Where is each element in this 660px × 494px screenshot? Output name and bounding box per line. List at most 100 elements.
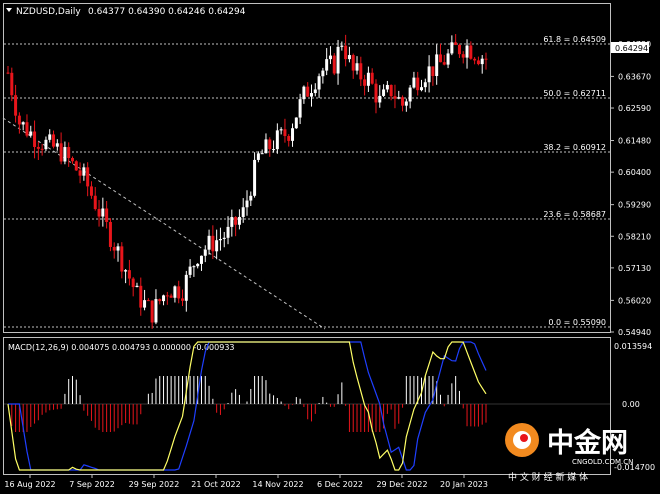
candle-body: [158, 299, 162, 302]
price-tick-label: 0.60400: [618, 168, 651, 177]
candle-body: [17, 115, 21, 125]
candle-body: [139, 285, 143, 308]
candle-body: [52, 134, 56, 147]
candle-body: [480, 58, 484, 65]
price-tick-label: 0.59290: [618, 201, 651, 210]
candle-body: [131, 278, 135, 288]
price-tick-label: 0.61480: [618, 137, 651, 146]
candle-body: [245, 200, 249, 208]
candle-body: [86, 167, 90, 187]
candle-body: [374, 83, 378, 103]
date-axis: 16 Aug 2022 7 Sep 2022 29 Sep 2022 21 Oct 2…: [4, 474, 488, 489]
dropdown-triangle-icon[interactable]: [6, 8, 12, 12]
candle-body: [294, 117, 298, 129]
candle-body: [55, 143, 59, 147]
macd-main-line: [7, 341, 487, 471]
fibonacci-levels: 61.8 = 0.64509 50.0 = 0.62711 38.2 = 0.609…: [4, 35, 610, 328]
candle-body: [450, 42, 454, 54]
macd-tick-top: 0.013594: [614, 342, 652, 351]
candle-body: [435, 54, 439, 77]
candle-body: [389, 84, 393, 97]
current-price-label: 0.64294: [615, 44, 648, 53]
candle-body: [401, 97, 405, 106]
candle-body: [256, 153, 260, 160]
candle-body: [469, 45, 473, 59]
candle-body: [177, 286, 181, 299]
candle-body: [461, 54, 465, 58]
candle-body: [181, 298, 185, 301]
candle-body: [382, 89, 386, 96]
candle-body: [124, 270, 128, 272]
candle-body: [264, 139, 268, 154]
fib-level-label: 0.0 = 0.55090: [548, 318, 606, 327]
candle-body: [67, 147, 71, 159]
candle-body: [412, 77, 416, 88]
candle-body: [36, 146, 40, 149]
candle-body: [332, 55, 336, 74]
candle-body: [378, 95, 382, 103]
candle-body: [420, 87, 424, 91]
candle-body: [196, 263, 200, 267]
logo-core: [520, 434, 528, 442]
candle-body: [351, 55, 355, 71]
candle-body: [184, 274, 188, 301]
candle-body: [108, 221, 112, 247]
date-tick-label: 6 Dec 2022: [317, 480, 363, 489]
date-tick-label: 20 Jan 2023: [440, 480, 488, 489]
macd-signal-line: [8, 341, 487, 471]
candle-body: [317, 76, 321, 90]
candle-body: [336, 46, 340, 74]
candle-body: [154, 299, 158, 323]
candle-body: [211, 235, 215, 252]
candle-body: [169, 295, 173, 298]
candle-body: [321, 70, 325, 77]
candle-body: [70, 158, 74, 162]
candle-body: [29, 131, 33, 136]
candle-body: [385, 84, 389, 90]
watermark-brand: 中金网: [547, 427, 628, 459]
candle-body: [253, 159, 257, 196]
candle-body: [44, 139, 48, 150]
candle-body: [165, 295, 169, 297]
candle-body: [287, 136, 291, 141]
candle-body: [298, 99, 302, 118]
candle-body: [97, 209, 101, 217]
candle-body: [363, 79, 367, 86]
candle-body: [135, 285, 139, 288]
candle-body: [454, 42, 458, 45]
candle-body: [93, 195, 97, 210]
candle-body: [48, 134, 52, 140]
nzdusd-chart[interactable]: 61.8 = 0.64509 50.0 = 0.62711 38.2 = 0.609…: [0, 0, 660, 494]
fib-level-label: 61.8 = 0.64509: [543, 35, 606, 44]
date-tick-label: 7 Sep 2022: [69, 480, 115, 489]
candle-body: [340, 45, 344, 47]
candle-body: [313, 89, 317, 94]
candle-body: [192, 266, 196, 268]
candle-body: [404, 101, 408, 106]
candle-body: [309, 93, 313, 97]
macd-header: MACD(12,26,9) 0.004075 0.004793 0.000000…: [8, 343, 235, 352]
candle-body: [366, 72, 370, 86]
candle-body: [14, 95, 18, 116]
candle-body: [241, 207, 245, 217]
candle-body: [21, 122, 25, 125]
price-tick-label: 0.56020: [618, 296, 651, 305]
candle-body: [427, 66, 431, 83]
candle-body: [442, 62, 446, 65]
candle-body: [207, 235, 211, 250]
candle-body: [272, 149, 276, 151]
price-tick-label: 0.57130: [618, 264, 651, 273]
candle-body: [355, 63, 359, 71]
candle-body: [25, 122, 29, 136]
candle-body: [59, 143, 63, 162]
candle-body: [237, 216, 241, 225]
candlesticks: [6, 34, 488, 329]
candle-body: [112, 246, 116, 251]
candle-body: [82, 167, 86, 176]
candle-body: [78, 170, 82, 176]
candle-body: [63, 147, 67, 162]
candle-body: [10, 72, 14, 96]
candle-body: [325, 59, 329, 71]
candle-body: [347, 55, 351, 60]
price-tick-label: 0.58210: [618, 232, 651, 241]
